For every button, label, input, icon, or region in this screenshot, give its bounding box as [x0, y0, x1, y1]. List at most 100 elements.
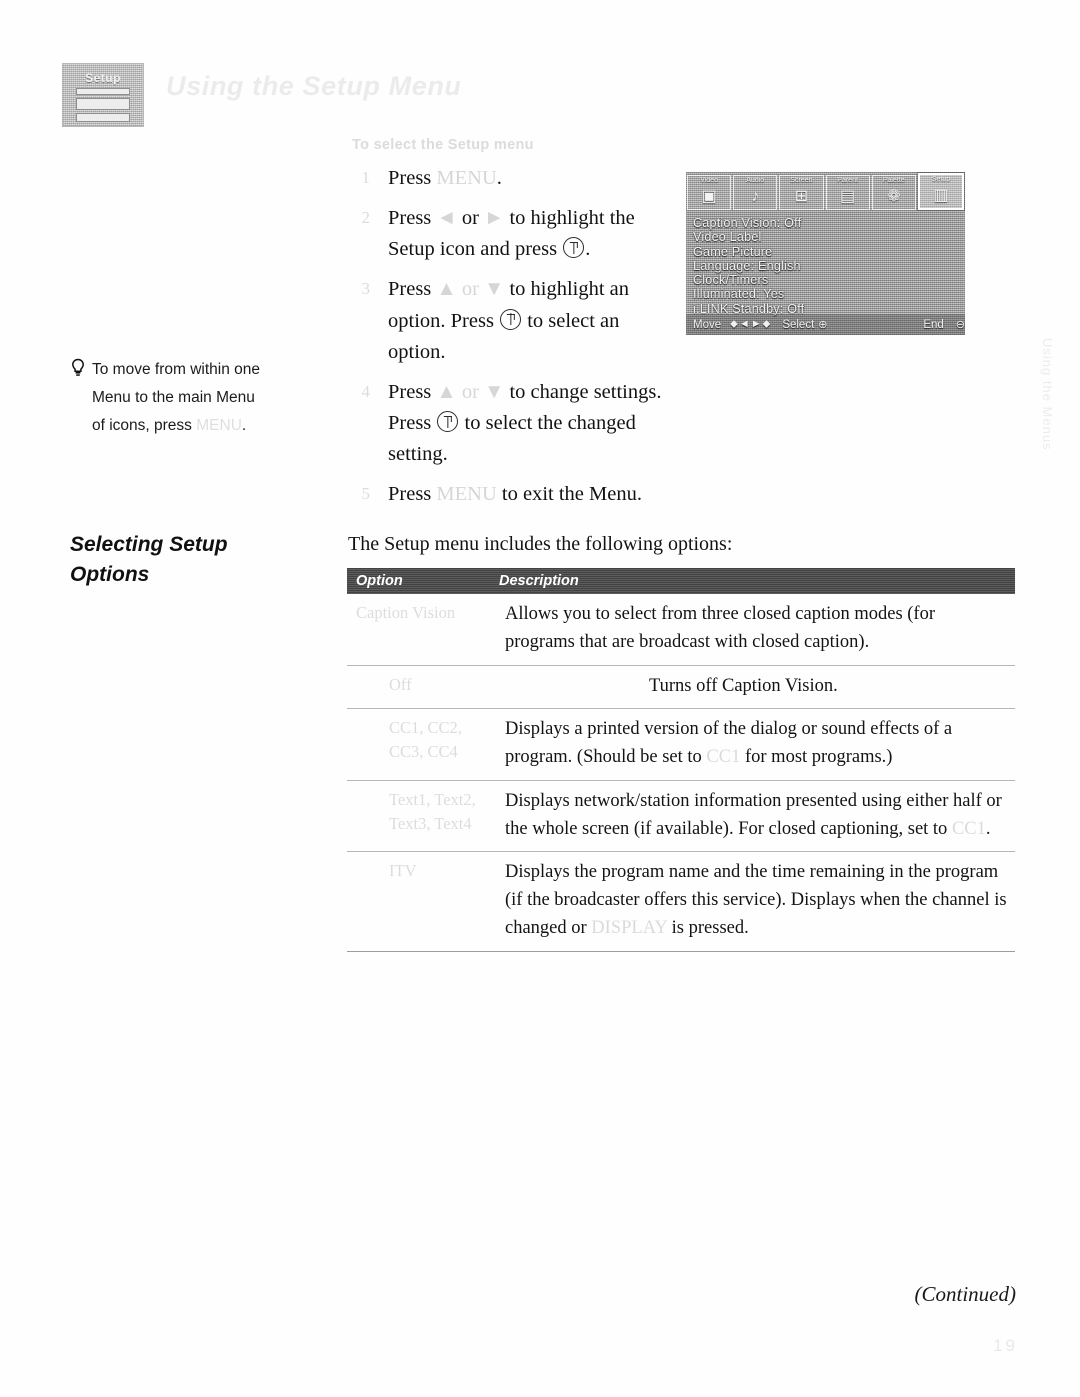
thumbnail-bar	[76, 88, 130, 95]
page-title: Using the Setup Menu	[166, 71, 462, 101]
document-page: Setup Using the Setup Menu To move from …	[0, 0, 1080, 1397]
table-body: Caption Vision Allows you to select from …	[347, 594, 1015, 952]
faded-key-label: ▲ or ▼	[436, 380, 505, 403]
description-text: for most programs.)	[740, 747, 893, 767]
enter-button-icon: ⊕	[818, 319, 828, 331]
tv-menu-icon-palette[interactable]: Palette ❁	[871, 175, 916, 210]
faded-key-label: ▲ or ▼	[436, 278, 505, 301]
description-text: .	[985, 818, 991, 839]
section-heading: Selecting Setup Options	[70, 530, 320, 590]
section-heading-line-2: Options	[70, 562, 150, 586]
tv-menu-icon-setup[interactable]: Setup ▥	[917, 173, 965, 210]
step-text: Press	[388, 207, 437, 230]
audio-icon: ♪	[751, 188, 760, 205]
step-body: Press ◄ or ► to highlight the Setup icon…	[388, 207, 635, 260]
step-text: .	[585, 238, 591, 261]
step-text: to exit the Menu.	[496, 483, 642, 506]
page-number: 19	[993, 1336, 1018, 1355]
description-text: Displays network/station information pre…	[505, 790, 1002, 839]
tip-line-2: Menu to the main Menu	[92, 389, 255, 407]
faded-key-label: CC1	[951, 818, 986, 839]
table-cell-description: Displays the program name and the time r…	[499, 852, 1015, 950]
screen-icon: ⊞	[794, 188, 809, 205]
table-row: ITV Displays the program name and the tim…	[347, 852, 1015, 952]
thumbnail-label: Setup	[85, 71, 121, 85]
steps-subheading: To select the Setup menu	[352, 137, 534, 153]
tv-menu-icon-video[interactable]: Video ▣	[687, 175, 732, 210]
tv-menu-icon-parent[interactable]: Parent ▤	[825, 175, 870, 210]
tv-menu-icon-label: Parent	[837, 177, 858, 184]
table-cell-option: CC1, CC2, CC3, CC4	[389, 718, 462, 762]
tv-menu-option[interactable]: Caption Vision: Off	[693, 216, 959, 230]
numbered-steps-list: 1 Press MENU. 2 Press ◄ or ► to highlight t…	[346, 163, 676, 520]
tv-footer-end-label: End	[923, 318, 944, 331]
tv-menu-option[interactable]: Illuminated: Yes	[693, 287, 959, 301]
tv-menu-footer-bar: Move ⬥◄►⬥ Select ⊕ End ⊖	[686, 313, 965, 335]
tip-line-3-suffix: .	[241, 417, 247, 435]
enter-key-icon	[563, 237, 585, 259]
tv-menu-option[interactable]: Language: English	[693, 259, 959, 273]
faded-key-label: MENU	[436, 483, 497, 506]
tip-text: To move from within one Menu to the main…	[92, 356, 325, 441]
tv-footer-select-label: Select	[782, 318, 815, 331]
table-cell-description: Displays network/station information pre…	[499, 781, 1015, 852]
step-text: Press	[388, 380, 437, 403]
thumbnail-bar	[76, 113, 130, 122]
step-text: Press	[388, 167, 437, 189]
table-cell-option: Off	[389, 674, 412, 694]
continued-label: (Continued)	[914, 1282, 1016, 1306]
tip-callout: To move from within one Menu to the main…	[70, 356, 325, 441]
tip-line-1: To move from within one	[92, 361, 260, 378]
video-icon: ▣	[701, 188, 717, 205]
step-text: .	[496, 167, 502, 189]
table-cell-description: Allows you to select from three closed c…	[499, 594, 1015, 665]
menu-button-icon: ⊖	[955, 319, 965, 331]
numbered-step: 1 Press MENU.	[346, 163, 676, 194]
step-number: 4	[361, 381, 371, 401]
numbered-step: 5 Press MENU to exit the Menu.	[346, 479, 676, 510]
thumbnail-bar	[76, 98, 130, 110]
step-body: Press ▲ or ▼ to change settings. Press t…	[388, 381, 661, 465]
tv-menu-option[interactable]: Clock/Timers	[693, 273, 959, 287]
tv-menu-icon-label: Video	[700, 177, 718, 184]
faded-key-label: ◄	[436, 207, 457, 230]
tv-menu-icon-label: Palette	[882, 177, 905, 184]
description-text: is pressed.	[667, 917, 749, 938]
table-cell-description: Turns off Caption Vision.	[499, 666, 1015, 709]
step-text: Press	[388, 278, 437, 301]
table-cell-option: ITV	[389, 861, 417, 881]
faded-key-label: MENU	[436, 167, 497, 189]
palette-icon: ❁	[887, 188, 901, 205]
column-header-option: Option	[356, 573, 403, 589]
table-cell-description: Displays a printed version of the dialog…	[499, 709, 1015, 780]
step-number: 5	[361, 484, 371, 504]
tip-key-label: MENU	[196, 417, 242, 435]
description-text: Displays the program name and the time r…	[505, 862, 1007, 938]
step-text: Press	[388, 483, 437, 506]
table-cell-option: Caption Vision	[356, 603, 456, 622]
setup-menu-thumbnail-icon: Setup	[62, 63, 144, 127]
step-body: Press MENU to exit the Menu.	[388, 483, 642, 505]
tip-line-3-prefix: of icons, press	[92, 417, 192, 435]
table-row: Caption Vision Allows you to select from …	[347, 594, 1015, 666]
tv-menu-icon-audio[interactable]: Audio ♪	[733, 175, 778, 210]
step-number: 1	[361, 168, 371, 187]
table-row: Off Turns off Caption Vision.	[347, 666, 1015, 710]
tv-menu-option[interactable]: Video Label	[693, 230, 959, 244]
step-body: Press ▲ or ▼ to highlight an option. Pre…	[388, 278, 629, 362]
section-heading-line-1: Selecting Setup	[70, 533, 228, 556]
tv-setup-menu-list: Caption Vision: Off Video Label Game Pictu…	[693, 216, 959, 316]
parent-icon: ▤	[840, 188, 856, 205]
numbered-step: 2 Press ◄ or ► to highlight the Setup ico…	[346, 203, 676, 265]
tv-menu-icon-label: Screen	[790, 177, 813, 184]
margin-section-label: Using the Menus	[1040, 338, 1055, 451]
tv-menu-icon-label: Audio	[746, 177, 765, 184]
lightbulb-icon	[70, 358, 86, 378]
faded-key-label: CC1	[706, 747, 741, 767]
tv-footer-move-label: Move	[693, 318, 722, 331]
tv-menu-option[interactable]: Game Picture	[693, 245, 959, 259]
tv-menu-icon-screen[interactable]: Screen ⊞	[779, 175, 824, 210]
faded-key-label: DISPLAY	[591, 917, 668, 938]
faded-key-label: ►	[484, 207, 505, 230]
description-text: Allows you to select from three closed c…	[505, 604, 936, 652]
